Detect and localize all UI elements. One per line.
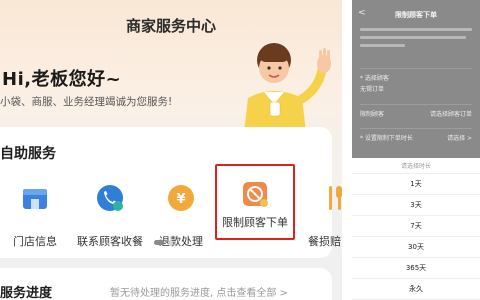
field-label: * 选择顾客 (360, 75, 389, 82)
merchant-service-center-screen: 商家服务中心 Hi,老板您好~ 小袋、商服、业务经理竭诚为您服务! 自助服务 门… (0, 0, 342, 300)
duration-option[interactable]: 30天 (352, 237, 480, 258)
contact-customer-icon (95, 183, 125, 213)
customer-select-field[interactable]: * 选择顾客 无锡订单 (360, 68, 472, 96)
field-value: 请选择 > (447, 135, 472, 142)
page-title: 商家服务中心 (125, 17, 216, 35)
screenshot-stage: 商家服务中心 Hi,老板您好~ 小袋、商服、业务经理竭诚为您服务! 自助服务 门… (0, 0, 480, 300)
description-text (360, 28, 472, 52)
service-label: 餐损赔 (308, 235, 341, 248)
field-label: * 设置限制下单时长 (360, 135, 413, 142)
greeting-title: Hi,老板您好~ (2, 69, 122, 90)
duration-option[interactable]: 1天 (352, 174, 480, 195)
service-progress-card[interactable]: 服务进度 暂无待处理的服务进度, 点击查看全部 > (0, 268, 332, 300)
indicator-dot-active (154, 240, 164, 245)
service-refund[interactable]: ¥ 退款处理 (146, 179, 216, 249)
refund-icon: ¥ (166, 183, 196, 213)
service-contact-customer[interactable]: 联系顾客收餐 (75, 179, 145, 249)
service-meal-loss[interactable]: 餐损赔 (300, 179, 342, 249)
duration-option[interactable]: 3天 (352, 195, 480, 216)
duration-option[interactable]: 永久 (352, 279, 480, 300)
duration-option[interactable]: 7天 (352, 216, 480, 237)
field-value: 无锡订单 (360, 86, 385, 93)
svg-text:¥: ¥ (176, 192, 185, 207)
service-progress-link[interactable]: 暂无待处理的服务进度, 点击查看全部 > (110, 284, 288, 299)
field-label: 限制顾客 (360, 111, 385, 118)
self-service-title: 自助服务 (0, 146, 56, 162)
service-progress-title: 服务进度 (0, 286, 53, 300)
restrict-page-title: 限制顾客下单 (395, 11, 437, 19)
duration-option[interactable]: 365天 (352, 258, 480, 279)
restrict-order-screen: < 限制顾客下单 * 选择顾客 无锡订单 限制顾客 请选择顾客订单 * 设置限制… (352, 0, 480, 300)
store-icon (20, 183, 50, 213)
service-label: 限制顾客下单 (222, 216, 288, 229)
greeting-subtitle: 小袋、商服、业务经理竭诚为您服务! (0, 96, 173, 108)
dimmed-form-overlay: < 限制顾客下单 * 选择顾客 无锡订单 限制顾客 请选择顾客订单 * 设置限制… (352, 0, 480, 158)
meal-loss-icon (320, 183, 342, 213)
carousel-indicator (154, 240, 173, 245)
restrict-order-icon (240, 179, 270, 209)
service-label: 门店信息 (13, 235, 57, 248)
field-value: 请选择顾客订单 (429, 111, 472, 118)
service-label: 联系顾客收餐 (77, 235, 143, 248)
picker-title: 请选择时长 (352, 160, 480, 174)
restrict-duration-field[interactable]: * 设置限制下单时长 请选择 > (360, 128, 472, 156)
self-service-card: 自助服务 门店信息 联系顾客收餐 ¥ 退款处理 限制顾客下单 餐损赔 (0, 127, 342, 258)
mascot-illustration (244, 43, 331, 132)
indicator-dot (168, 240, 173, 245)
service-restrict-order[interactable]: 限制顾客下单 (215, 164, 295, 240)
service-store-info[interactable]: 门店信息 (0, 179, 70, 249)
duration-picker-sheet: 请选择时长 1天 3天 7天 30天 365天 永久 (352, 160, 480, 300)
